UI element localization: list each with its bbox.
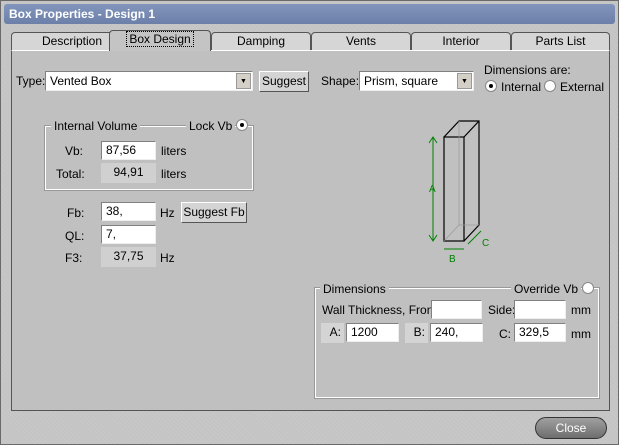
tab-label: Vents: [345, 34, 377, 48]
tab-label: Interior: [442, 34, 480, 48]
tab-box-design[interactable]: Box Design: [109, 30, 211, 51]
fb-input[interactable]: 38,: [101, 202, 156, 221]
mm-unit: mm: [571, 327, 591, 341]
tab-vents[interactable]: Vents: [311, 32, 411, 51]
box-outline: [443, 120, 480, 242]
external-radio[interactable]: [544, 80, 556, 92]
b-label: B:: [405, 323, 428, 343]
tab-interior[interactable]: Interior: [411, 32, 511, 51]
close-button[interactable]: Close: [535, 417, 607, 439]
shape-label: Shape:: [321, 74, 360, 88]
override-vb-radio[interactable]: [582, 282, 594, 294]
mm-unit: mm: [571, 303, 591, 317]
lock-vb-label: Lock Vb: [186, 119, 236, 133]
total-value: 94,91: [101, 163, 156, 183]
c-input[interactable]: 329,5: [514, 323, 566, 342]
vb-unit: liters: [161, 144, 187, 158]
wall-front-input[interactable]: [431, 300, 482, 319]
dimension-arrows: [428, 136, 482, 250]
chevron-down-icon: ▼: [236, 73, 251, 89]
suggest-button[interactable]: Suggest: [259, 71, 309, 92]
internal-label: Internal: [501, 80, 542, 94]
dim-a-label: A: [429, 184, 436, 195]
shape-value: Prism, square: [364, 74, 439, 88]
tab-parts-list[interactable]: Parts List: [511, 32, 610, 51]
c-label: C:: [499, 327, 511, 341]
dim-c-label: C: [482, 238, 489, 249]
shape-select[interactable]: Prism, square ▼: [359, 71, 474, 91]
a-label: A:: [321, 323, 344, 343]
box-diagram: A B C: [428, 120, 489, 265]
external-label: External: [560, 80, 605, 94]
ql-input[interactable]: 7,: [101, 225, 156, 244]
total-label: Total:: [56, 167, 85, 181]
title-bar: Box Properties - Design 1: [4, 4, 615, 24]
type-label: Type:: [16, 74, 46, 88]
side-input[interactable]: [514, 300, 566, 319]
box-properties-window: Box Properties - Design 1 Description Bo…: [0, 0, 619, 445]
f3-label: F3:: [65, 251, 83, 265]
f3-unit: Hz: [160, 251, 175, 265]
type-value: Vented Box: [50, 74, 112, 88]
tab-label: Parts List: [535, 34, 586, 48]
override-vb-label: Override Vb: [511, 282, 582, 296]
fb-label: Fb:: [67, 206, 85, 220]
dimensions-are-label: Dimensions are:: [484, 63, 571, 77]
type-select[interactable]: Vented Box ▼: [45, 71, 253, 91]
wall-thickness-label: Wall Thickness, Front:: [322, 303, 441, 317]
chevron-down-icon: ▼: [457, 73, 472, 89]
a-input[interactable]: 1200: [346, 323, 399, 342]
tab-label: Description: [41, 34, 103, 48]
total-unit: liters: [161, 167, 187, 181]
dimensions-title: Dimensions: [320, 282, 389, 296]
vb-label: Vb:: [65, 144, 84, 158]
suggest-fb-button[interactable]: Suggest Fb: [181, 202, 247, 223]
lock-vb-radio[interactable]: [236, 119, 248, 131]
internal-volume-title: Internal Volume: [51, 119, 141, 133]
f3-value: 37,75: [101, 247, 156, 267]
tab-label: Box Design: [126, 31, 194, 47]
vb-input[interactable]: 87,56: [101, 141, 156, 160]
ql-label: QL:: [65, 229, 85, 243]
side-label: Side:: [488, 303, 516, 317]
window-title: Box Properties - Design 1: [9, 7, 156, 21]
b-input[interactable]: 240,: [430, 323, 483, 342]
fb-unit: Hz: [160, 206, 175, 220]
tab-label: Damping: [236, 34, 286, 48]
tab-damping[interactable]: Damping: [211, 32, 311, 51]
dim-b-label: B: [449, 254, 456, 265]
internal-radio[interactable]: [485, 80, 497, 92]
